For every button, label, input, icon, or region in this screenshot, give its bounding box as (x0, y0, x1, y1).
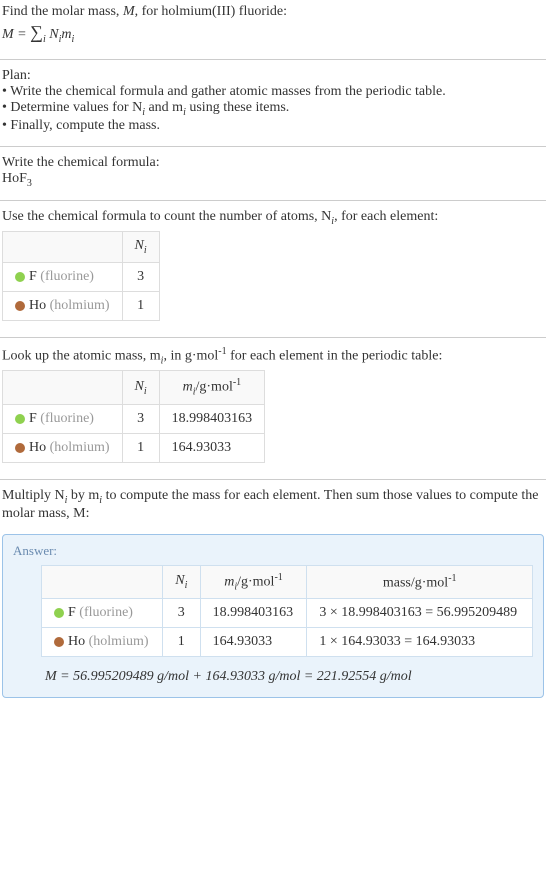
intro-section: Find the molar mass, M, for holmium(III)… (0, 0, 546, 55)
col-mi: mi/g·mol-1 (159, 371, 265, 404)
element-dot-icon (15, 301, 25, 311)
ni-cell: 3 (122, 262, 159, 291)
table-header-row: Ni mi/g·mol-1 (3, 371, 265, 404)
plan-bullet-1: • Write the chemical formula and gather … (2, 84, 544, 100)
count-table: Ni F (fluorine) 3 Ho (holmium) 1 (2, 231, 160, 321)
table-row: F (fluorine) 3 18.998403163 3 × 18.99840… (42, 599, 533, 628)
mi-cell: 164.93033 (159, 433, 265, 462)
table-row: Ho (holmium) 1 164.93033 1 × 164.93033 =… (42, 628, 533, 657)
table-row: F (fluorine) 3 (3, 262, 160, 291)
table-header-row: Ni mi/g·mol-1 mass/g·mol-1 (42, 565, 533, 598)
multiply-section: Multiply Ni by mi to compute the mass fo… (0, 484, 546, 530)
count-section: Use the chemical formula to count the nu… (0, 205, 546, 333)
element-cell: Ho (holmium) (3, 291, 123, 320)
chemical-formula-section: Write the chemical formula: HoF3 (0, 151, 546, 197)
table-row: Ho (holmium) 1 164.93033 (3, 433, 265, 462)
col-mass: mass/g·mol-1 (307, 565, 533, 598)
table-row: Ho (holmium) 1 (3, 291, 160, 320)
divider (0, 146, 546, 147)
element-dot-icon (54, 637, 64, 647)
ni-cell: 1 (122, 433, 159, 462)
table-header-row: Ni (3, 232, 160, 263)
mi-cell: 164.93033 (200, 628, 307, 657)
ni-cell: 3 (122, 404, 159, 433)
answer-title: Answer: (13, 543, 533, 559)
element-dot-icon (15, 272, 25, 282)
table-row: F (fluorine) 3 18.998403163 (3, 404, 265, 433)
mi-cell: 18.998403163 (159, 404, 265, 433)
col-ni: Ni (122, 371, 159, 404)
mass-cell: 3 × 18.998403163 = 56.995209489 (307, 599, 533, 628)
ni-cell: 1 (163, 628, 201, 657)
answer-box: Answer: Ni mi/g·mol-1 mass/g·mol-1 F (fl… (2, 534, 544, 698)
element-dot-icon (15, 443, 25, 453)
col-mi: mi/g·mol-1 (200, 565, 307, 598)
element-cell: F (fluorine) (42, 599, 163, 628)
element-dot-icon (54, 608, 64, 618)
mi-cell: 18.998403163 (200, 599, 307, 628)
answer-table: Ni mi/g·mol-1 mass/g·mol-1 F (fluorine) … (41, 565, 533, 657)
intro-line: Find the molar mass, M, for holmium(III)… (2, 4, 544, 20)
ni-cell: 1 (122, 291, 159, 320)
element-cell: F (fluorine) (3, 262, 123, 291)
mass-cell: 1 × 164.93033 = 164.93033 (307, 628, 533, 657)
final-result: M = 56.995209489 g/mol + 164.93033 g/mol… (41, 661, 533, 687)
chem-formula-title: Write the chemical formula: (2, 155, 544, 171)
element-cell: F (fluorine) (3, 404, 123, 433)
col-ni: Ni (122, 232, 159, 263)
lookup-table: Ni mi/g·mol-1 F (fluorine) 3 18.99840316… (2, 370, 265, 462)
plan-section: Plan: • Write the chemical formula and g… (0, 64, 546, 142)
molar-mass-formula: M = ∑i Nimi (2, 20, 544, 47)
multiply-text: Multiply Ni by mi to compute the mass fo… (2, 488, 544, 522)
divider (0, 337, 546, 338)
element-cell: Ho (holmium) (3, 433, 123, 462)
chem-formula-value: HoF3 (2, 171, 544, 189)
divider (0, 200, 546, 201)
count-title: Use the chemical formula to count the nu… (2, 209, 544, 227)
plan-bullet-3: • Finally, compute the mass. (2, 118, 544, 134)
col-ni: Ni (163, 565, 201, 598)
lookup-title: Look up the atomic mass, mi, in g·mol-1 … (2, 346, 544, 366)
element-dot-icon (15, 414, 25, 424)
element-cell: Ho (holmium) (42, 628, 163, 657)
divider (0, 59, 546, 60)
lookup-section: Look up the atomic mass, mi, in g·mol-1 … (0, 342, 546, 475)
divider (0, 479, 546, 480)
plan-title: Plan: (2, 68, 544, 84)
ni-cell: 3 (163, 599, 201, 628)
plan-bullet-2: • Determine values for Ni and mi using t… (2, 100, 544, 118)
